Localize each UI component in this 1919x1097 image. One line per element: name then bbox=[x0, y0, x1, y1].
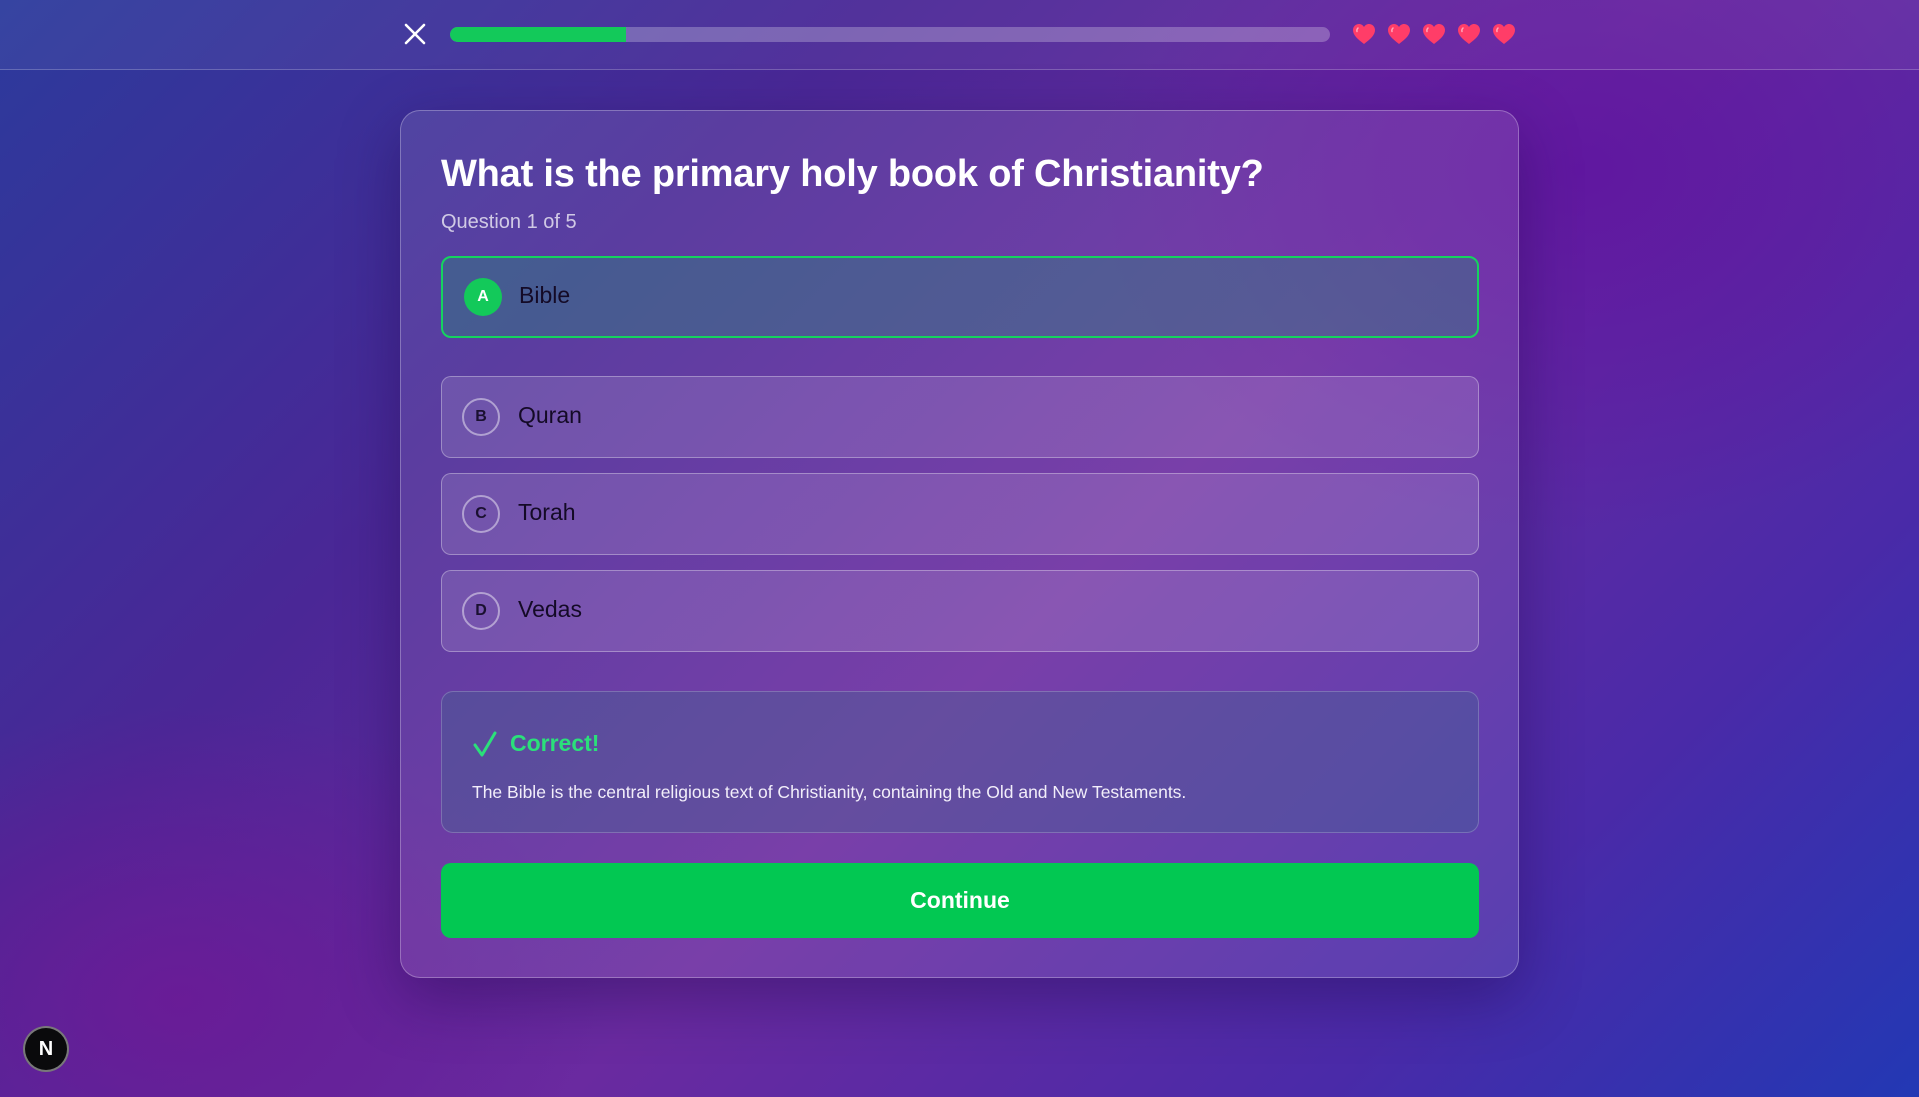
question-title: What is the primary holy book of Christi… bbox=[441, 153, 1264, 195]
heart-icon bbox=[1458, 24, 1480, 44]
heart-icon bbox=[1388, 24, 1410, 44]
option-label: Bible bbox=[519, 282, 571, 308]
option-b[interactable]: B Quran bbox=[441, 376, 1479, 458]
heart-icon bbox=[1353, 24, 1375, 44]
option-d[interactable]: D Vedas bbox=[441, 570, 1479, 652]
lives-hearts bbox=[1352, 23, 1516, 45]
progress-fill bbox=[450, 27, 626, 42]
option-letter: B bbox=[462, 398, 500, 436]
close-button[interactable] bbox=[401, 20, 429, 48]
close-icon bbox=[404, 23, 426, 45]
dev-tools-badge[interactable]: N bbox=[23, 1026, 69, 1072]
continue-button[interactable]: Continue bbox=[441, 863, 1479, 938]
feedback-panel: Correct! The Bible is the central religi… bbox=[441, 691, 1479, 833]
option-label: Vedas bbox=[518, 596, 582, 622]
top-bar bbox=[0, 0, 1919, 70]
quiz-card: What is the primary holy book of Christi… bbox=[400, 110, 1519, 978]
progress-bar bbox=[450, 27, 1330, 42]
option-label: Torah bbox=[518, 499, 576, 525]
heart-icon bbox=[1493, 24, 1515, 44]
option-label: Quran bbox=[518, 402, 582, 428]
heart-icon bbox=[1423, 24, 1445, 44]
question-counter: Question 1 of 5 bbox=[441, 211, 577, 233]
option-a[interactable]: A Bible bbox=[441, 256, 1479, 338]
option-letter: A bbox=[464, 278, 502, 316]
check-icon bbox=[473, 731, 497, 757]
option-c[interactable]: C Torah bbox=[441, 473, 1479, 555]
feedback-text: The Bible is the central religious text … bbox=[472, 782, 1187, 802]
option-letter: C bbox=[462, 495, 500, 533]
feedback-title: Correct! bbox=[510, 730, 600, 756]
option-letter: D bbox=[462, 592, 500, 630]
